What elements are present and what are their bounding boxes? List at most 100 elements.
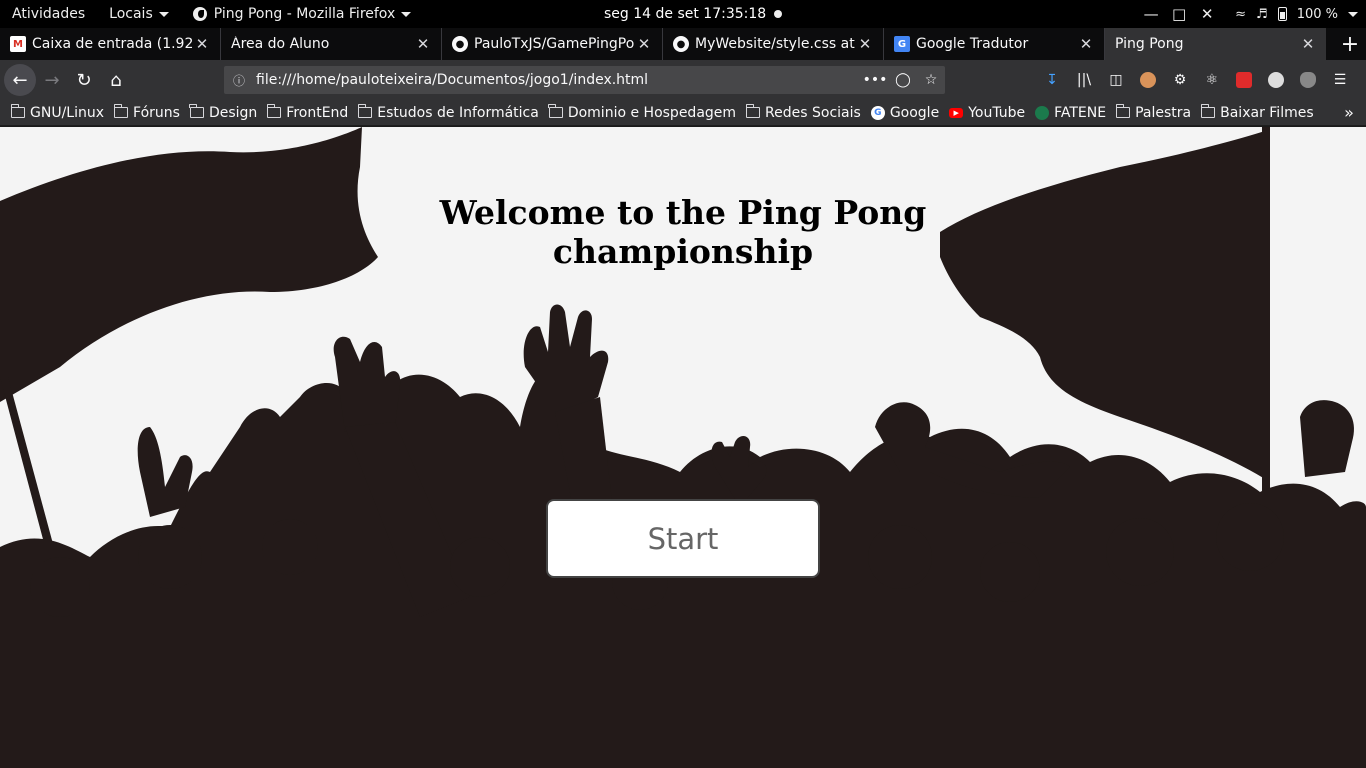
close-tab-icon[interactable]: ✕ [415, 35, 431, 53]
tab-github-gamepingpong[interactable]: ● PauloTxJS/GamePingPo ✕ [442, 28, 663, 60]
bookmark-label: Baixar Filmes [1220, 104, 1314, 121]
clock[interactable]: seg 14 de set 17:35:18 [604, 0, 783, 28]
url-text[interactable]: file:///home/pauloteixeira/Documentos/jo… [254, 72, 861, 88]
tab-title: Google Tradutor [916, 36, 1029, 52]
home-button[interactable]: ⌂ [100, 64, 132, 96]
bookmark-label: Dominio e Hospedagem [567, 104, 737, 121]
bookmark-label: Redes Sociais [765, 104, 861, 121]
places-menu[interactable]: Locais [97, 0, 181, 28]
bookmarks-overflow-icon[interactable]: » [1332, 103, 1366, 122]
tab-title: PauloTxJS/GamePingPo [474, 36, 635, 52]
tab-github-mywebsite[interactable]: ● MyWebsite/style.css at r ✕ [663, 28, 884, 60]
new-tab-button[interactable]: + [1334, 28, 1366, 60]
tab-area-aluno[interactable]: Área do Aluno ✕ [221, 28, 442, 60]
downloads-icon[interactable]: ↧ [1036, 64, 1068, 96]
library-icon[interactable]: ||\ [1068, 64, 1100, 96]
clock-label: seg 14 de set 17:35:18 [604, 6, 767, 22]
bookmark-folder-baixar-filmes[interactable]: Baixar Filmes [1196, 104, 1319, 121]
forward-button[interactable]: → [36, 64, 68, 96]
close-window-button[interactable]: ✕ [1193, 0, 1221, 28]
bookmark-folder-palestra[interactable]: Palestra [1111, 104, 1196, 121]
activities-button[interactable]: Atividades [0, 0, 97, 28]
extension-ghost-icon[interactable] [1260, 64, 1292, 96]
tab-title: Ping Pong [1115, 36, 1184, 52]
tab-ping-pong[interactable]: Ping Pong ✕ [1105, 28, 1326, 60]
places-label: Locais [109, 6, 153, 22]
reload-button[interactable]: ↻ [68, 64, 100, 96]
minimize-button[interactable]: — [1137, 0, 1165, 28]
back-button[interactable]: ← [4, 64, 36, 96]
notification-dot-icon [774, 10, 783, 18]
close-tab-icon[interactable]: ✕ [194, 35, 210, 53]
bookmark-label: GNU/Linux [30, 104, 105, 121]
extension-red-icon[interactable] [1228, 64, 1260, 96]
bookmark-google[interactable]: G Google [866, 105, 944, 121]
chevron-down-icon [1348, 11, 1358, 17]
hamburger-menu-icon[interactable]: ☰ [1324, 64, 1356, 96]
bookmark-label: FATENE [1054, 104, 1107, 121]
bookmark-label: Palestra [1135, 104, 1192, 121]
tab-google-tradutor[interactable]: G Google Tradutor ✕ [884, 28, 1105, 60]
bookmark-folder-design[interactable]: Design [185, 104, 262, 121]
sidebar-icon[interactable]: ◫ [1100, 64, 1132, 96]
settings-gear-icon[interactable]: ⚙ [1164, 64, 1196, 96]
folder-icon [266, 104, 282, 118]
bookmark-folder-dominio[interactable]: Dominio e Hospedagem [544, 104, 741, 121]
folder-icon [189, 104, 204, 118]
folder-icon [745, 104, 761, 118]
tab-title: Área do Aluno [231, 36, 330, 52]
maximize-button[interactable]: □ [1165, 0, 1193, 28]
tab-title: MyWebsite/style.css at r [695, 36, 857, 52]
folder-icon [548, 104, 563, 118]
bookmark-folder-foruns[interactable]: Fóruns [109, 104, 185, 121]
close-tab-icon[interactable]: ✕ [1078, 35, 1094, 53]
wifi-icon: ≈ [1235, 6, 1247, 22]
bookmarks-toolbar: GNU/Linux Fóruns Design FrontEnd Estudos… [0, 100, 1366, 126]
pocket-icon[interactable]: ◯ [889, 72, 917, 88]
app-menu[interactable]: Ping Pong - Mozilla Firefox [181, 0, 423, 28]
battery-icon [1277, 7, 1287, 21]
privacy-badger-icon[interactable] [1292, 64, 1324, 96]
start-button[interactable]: Start [546, 499, 820, 578]
bookmark-label: YouTube [968, 104, 1026, 121]
web-page: Welcome to the Ping Pong championship St… [0, 127, 1366, 768]
bookmark-folder-estudos[interactable]: Estudos de Informática [353, 104, 544, 121]
bookmark-label: FrontEnd [286, 104, 349, 121]
activities-label: Atividades [12, 6, 86, 22]
bookmark-youtube[interactable]: ▶ YouTube [944, 105, 1030, 121]
folder-icon [113, 104, 129, 118]
chevron-down-icon [158, 11, 169, 17]
navigation-toolbar: ← → ↻ ⌂ ⓘ file:///home/pauloteixeira/Doc… [0, 60, 1366, 100]
folder-icon [10, 104, 25, 118]
extension-avatar-icon[interactable] [1132, 64, 1164, 96]
folder-icon [1200, 104, 1216, 118]
page-actions-icon[interactable]: ••• [861, 72, 889, 88]
fatene-icon [1035, 105, 1050, 120]
bookmark-folder-frontend[interactable]: FrontEnd [262, 104, 353, 121]
system-menu[interactable]: ≈ ♬ 100 % [1235, 7, 1366, 22]
info-icon[interactable]: ⓘ [224, 72, 254, 89]
google-translate-icon: G [894, 36, 910, 52]
github-icon: ● [452, 36, 468, 52]
url-bar[interactable]: ⓘ file:///home/pauloteixeira/Documentos/… [224, 66, 945, 94]
tab-gmail[interactable]: M Caixa de entrada (1.920) ✕ [0, 28, 221, 60]
youtube-icon: ▶ [949, 107, 964, 118]
bookmark-folder-gnu-linux[interactable]: GNU/Linux [6, 104, 109, 121]
bookmark-folder-redes-sociais[interactable]: Redes Sociais [741, 104, 866, 121]
close-tab-icon[interactable]: ✕ [1300, 35, 1316, 53]
firefox-icon [192, 7, 207, 21]
chevron-down-icon [401, 11, 412, 17]
app-title: Ping Pong - Mozilla Firefox [213, 6, 396, 22]
bookmark-star-icon[interactable]: ☆ [917, 72, 945, 88]
bookmark-fatene[interactable]: FATENE [1030, 105, 1111, 121]
close-tab-icon[interactable]: ✕ [857, 35, 873, 53]
tab-strip: M Caixa de entrada (1.920) ✕ Área do Alu… [0, 28, 1366, 60]
battery-label: 100 % [1296, 6, 1338, 22]
page-heading: Welcome to the Ping Pong championship [439, 193, 927, 271]
close-tab-icon[interactable]: ✕ [636, 35, 652, 53]
system-top-bar: Atividades Locais Ping Pong - Mozilla Fi… [0, 0, 1366, 28]
bookmark-label: Google [889, 104, 940, 121]
github-icon: ● [673, 36, 689, 52]
react-devtools-icon[interactable]: ⚛ [1196, 64, 1228, 96]
volume-icon: ♬ [1256, 6, 1268, 22]
